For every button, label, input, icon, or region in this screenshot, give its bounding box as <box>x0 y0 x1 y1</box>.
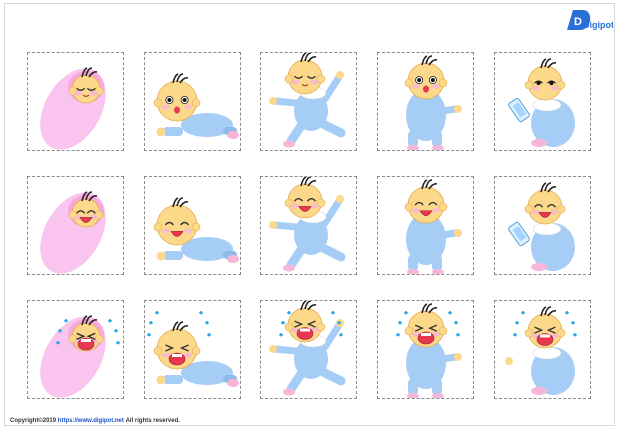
baby-illustration-swaddled-happy[interactable] <box>27 176 124 275</box>
site-link[interactable]: https://www.digipot.net <box>58 418 124 424</box>
baby-crying-icon <box>505 306 577 395</box>
baby-illustration-swaddled-sleeping[interactable] <box>27 52 124 151</box>
digipot-logo[interactable]: D Digipot <box>563 6 614 36</box>
baby-illustration-walking-sleeping[interactable] <box>260 52 357 151</box>
baby-illustration-bottle-crying[interactable] <box>494 300 591 399</box>
baby-surprised-icon <box>153 73 239 139</box>
copyright-text: Copyright©2019 <box>10 418 57 424</box>
baby-crying-icon <box>40 315 120 398</box>
baby-illustration-walking-happy[interactable] <box>260 176 357 275</box>
footer-copyright: Copyright©2019 https://www.digipot.net A… <box>10 417 180 425</box>
baby-happy-icon <box>508 182 575 271</box>
baby-drinking-icon <box>508 58 575 147</box>
baby-illustration-crawling-surprised[interactable] <box>144 52 241 151</box>
baby-illustration-sitting-crying[interactable] <box>377 300 474 399</box>
baby-illustration-sitting-happy[interactable] <box>377 176 474 275</box>
baby-illustration-walking-crying[interactable] <box>260 300 357 399</box>
baby-illustration-bottle-happy[interactable] <box>494 176 591 275</box>
baby-happy-icon <box>40 191 106 274</box>
baby-crying-icon <box>147 311 239 387</box>
svg-text:D: D <box>574 16 582 28</box>
baby-crying-icon <box>396 303 462 398</box>
baby-sleeping-icon <box>40 67 106 150</box>
baby-surprised-icon <box>404 55 462 150</box>
baby-illustration-sitting-surprised[interactable] <box>377 52 474 151</box>
baby-illustration-crawling-happy[interactable] <box>144 176 241 275</box>
baby-illustration-grid <box>27 52 591 399</box>
baby-crying-icon <box>269 301 346 396</box>
baby-illustration-bottle-drinking[interactable] <box>494 52 591 151</box>
rights-text: All rights reserved. <box>125 418 180 424</box>
baby-sleeping-icon <box>269 53 346 148</box>
baby-illustration-swaddled-crying[interactable] <box>27 300 124 399</box>
baby-illustration-crawling-crying[interactable] <box>144 300 241 399</box>
logo-text: Digipot <box>583 20 613 30</box>
baby-happy-icon <box>153 197 239 263</box>
baby-happy-icon <box>404 179 462 274</box>
baby-happy-icon <box>269 177 346 272</box>
